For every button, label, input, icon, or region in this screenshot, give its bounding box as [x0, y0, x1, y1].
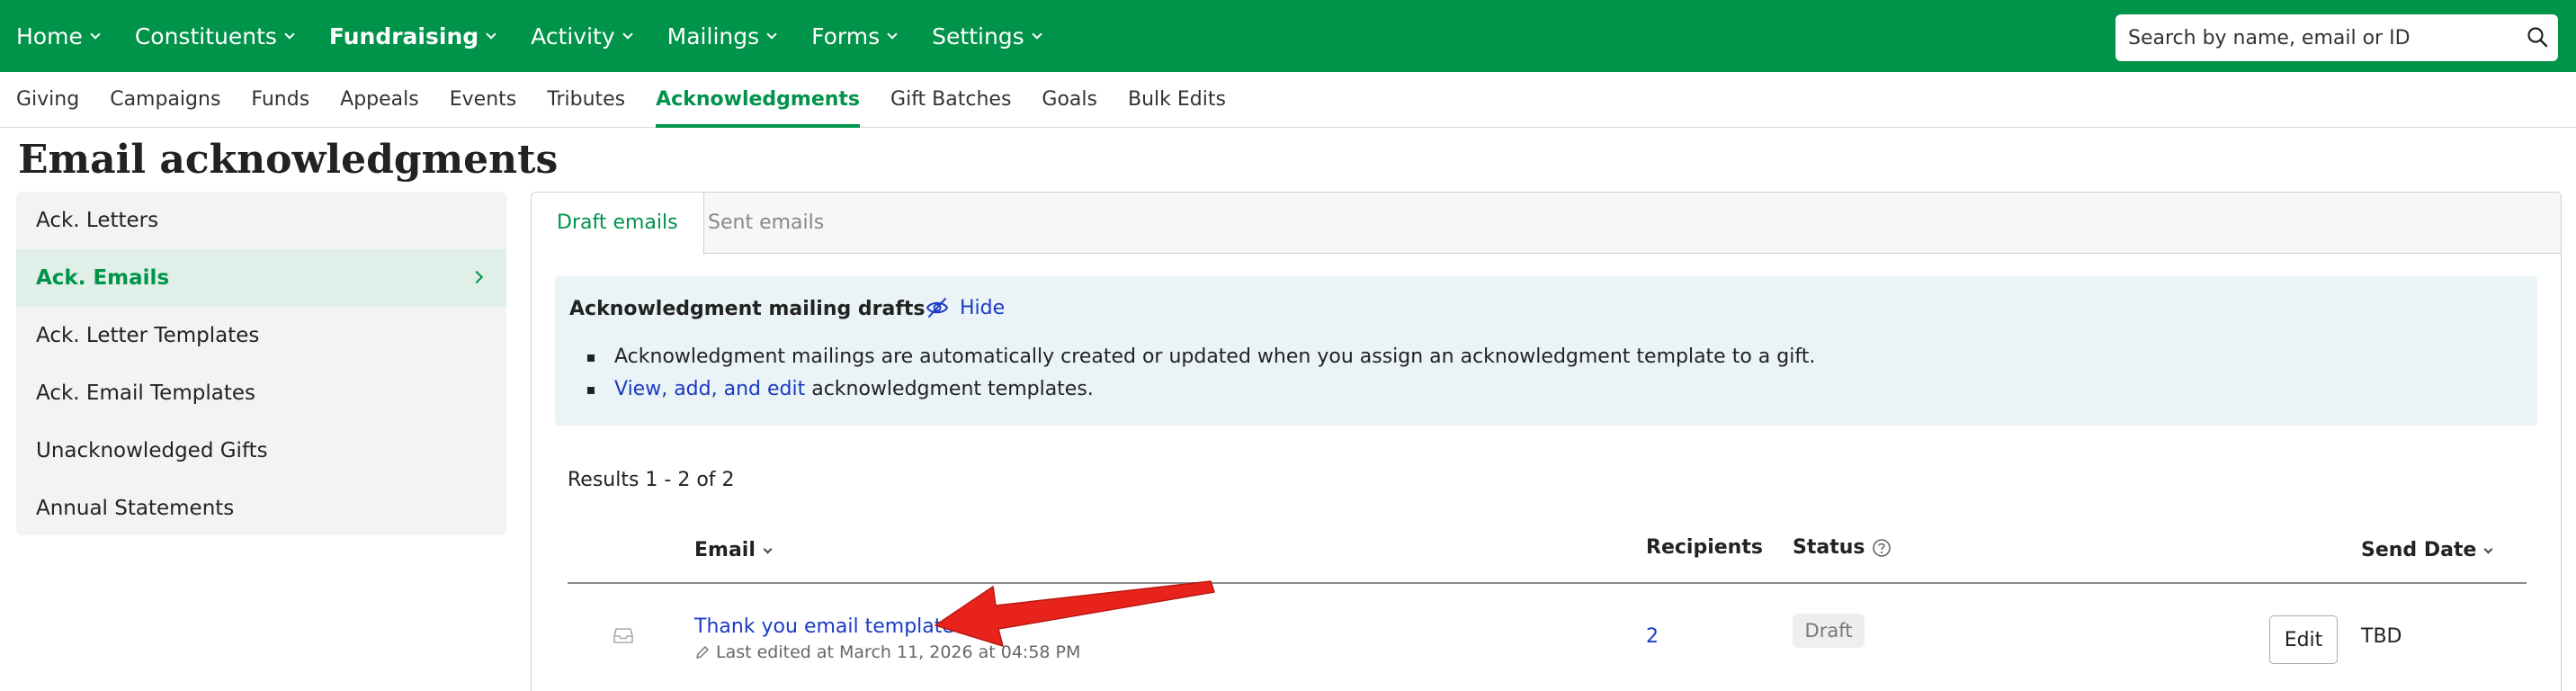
column-header-email[interactable]: Email [694, 539, 773, 561]
nav-activity[interactable]: Activity [531, 22, 633, 49]
subnav-acknowledgments[interactable]: Acknowledgments [656, 72, 860, 128]
nav-constituents-label: Constituents [134, 22, 277, 49]
sidebar-item-ack-email-templates[interactable]: Ack. Email Templates [16, 364, 506, 422]
sidebar: Ack. Letters Ack. Emails Ack. Letter Tem… [16, 192, 506, 535]
table-header-divider [568, 582, 2527, 584]
subnav-appeals[interactable]: Appeals [340, 72, 419, 128]
edit-button[interactable]: Edit [2269, 615, 2338, 664]
nav-fundraising[interactable]: Fundraising [328, 22, 496, 49]
pencil-icon [696, 646, 709, 659]
column-header-status: Status [1793, 536, 1892, 559]
search-icon[interactable] [2526, 25, 2549, 49]
sidebar-item-label: Ack. Emails [36, 266, 170, 290]
tab-sent-emails[interactable]: Sent emails [683, 193, 849, 255]
content-panel: Draft emails Sent emails Acknowledgment … [531, 192, 2562, 691]
nav-mailings-label: Mailings [666, 22, 760, 49]
recipients-count-link[interactable]: 2 [1646, 625, 1659, 648]
sidebar-item-unacknowledged-gifts[interactable]: Unacknowledged Gifts [16, 422, 506, 480]
chevron-right-icon [470, 270, 484, 284]
chevron-down-icon [1032, 28, 1042, 40]
info-title: Acknowledgment mailing drafts [569, 298, 926, 320]
chevron-down-icon [90, 28, 101, 40]
results-count: Results 1 - 2 of 2 [568, 469, 735, 491]
subnav-giving[interactable]: Giving [16, 72, 79, 128]
nav-mailings[interactable]: Mailings [666, 22, 777, 49]
subnav-events[interactable]: Events [450, 72, 517, 128]
info-bullet: Acknowledgment mailings are automaticall… [586, 341, 1815, 373]
email-title-link[interactable]: Thank you email template [694, 615, 954, 638]
sidebar-item-ack-letters[interactable]: Ack. Letters [16, 192, 506, 249]
nav-activity-label: Activity [531, 22, 615, 49]
info-bullet-text: acknowledgment templates. [805, 378, 1094, 400]
last-edited-text: Last edited at March 11, 2026 at 04:58 P… [716, 642, 1081, 662]
search-input[interactable] [2115, 14, 2511, 61]
hide-link[interactable]: Hide [926, 292, 1005, 323]
subnav-goals[interactable]: Goals [1042, 72, 1097, 128]
status-badge: Draft [1793, 614, 1865, 648]
send-date-value: TBD [2361, 625, 2402, 648]
column-header-label: Email [694, 539, 756, 561]
panel-tabs: Draft emails Sent emails [532, 193, 2561, 255]
column-header-label: Send Date [2361, 539, 2477, 561]
subnav-bulk-edits[interactable]: Bulk Edits [1128, 72, 1226, 128]
subnav-gift-batches[interactable]: Gift Batches [890, 72, 1011, 128]
chevron-down-icon [622, 28, 633, 40]
sort-caret-icon [2483, 544, 2493, 554]
nav-settings-label: Settings [932, 22, 1024, 49]
info-list: Acknowledgment mailings are automaticall… [586, 341, 1815, 406]
column-header-send-date[interactable]: Send Date [2361, 539, 2493, 561]
chevron-down-icon [887, 28, 898, 40]
search-box [2115, 14, 2558, 61]
nav-forms-label: Forms [811, 22, 881, 49]
nav-constituents[interactable]: Constituents [134, 22, 295, 49]
subnav-campaigns[interactable]: Campaigns [110, 72, 220, 128]
nav-fundraising-label: Fundraising [328, 22, 479, 49]
chevron-down-icon [284, 28, 295, 40]
eye-slash-icon [926, 298, 949, 318]
tab-draft-emails[interactable]: Draft emails [532, 193, 704, 255]
subnav-funds[interactable]: Funds [251, 72, 309, 128]
info-bullet: View, add, and edit acknowledgment templ… [586, 373, 1815, 406]
sidebar-item-ack-emails[interactable]: Ack. Emails [16, 249, 506, 307]
sub-navigation-bar: Giving Campaigns Funds Appeals Events Tr… [0, 72, 2576, 128]
chevron-down-icon [766, 28, 777, 40]
inbox-icon [613, 628, 633, 643]
hide-link-label: Hide [960, 296, 1006, 319]
sidebar-item-annual-statements[interactable]: Annual Statements [16, 480, 506, 535]
top-navigation-bar: Home Constituents Fundraising Activity M… [0, 0, 2576, 72]
sort-caret-icon [763, 544, 773, 554]
chevron-down-icon [486, 28, 496, 40]
page-title: Email acknowledgments [18, 137, 559, 183]
column-header-label: Recipients [1646, 536, 1763, 559]
nav-forms[interactable]: Forms [811, 22, 898, 49]
last-edited-meta: Last edited at March 11, 2026 at 04:58 P… [694, 642, 1080, 662]
nav-home[interactable]: Home [16, 22, 101, 49]
main-menu: Home Constituents Fundraising Activity M… [16, 0, 1077, 72]
help-icon[interactable] [1872, 538, 1892, 558]
view-templates-link[interactable]: View, add, and edit [614, 378, 805, 400]
subnav-tributes[interactable]: Tributes [547, 72, 625, 128]
info-box: Acknowledgment mailing drafts Hide Ackno… [555, 276, 2537, 426]
nav-settings[interactable]: Settings [932, 22, 1042, 49]
nav-home-label: Home [16, 22, 83, 49]
sidebar-item-ack-letter-templates[interactable]: Ack. Letter Templates [16, 307, 506, 364]
column-header-label: Status [1793, 536, 1865, 559]
column-header-recipients: Recipients [1646, 536, 1763, 559]
